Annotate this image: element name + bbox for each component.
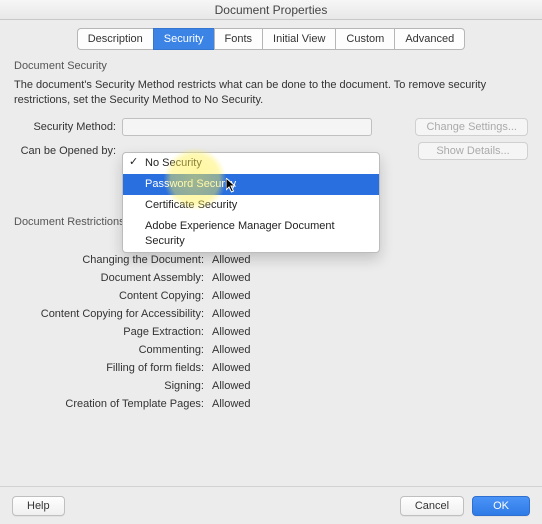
r-value-commenting: Allowed <box>212 344 528 356</box>
security-method-dropdown[interactable] <box>122 118 372 136</box>
r-value-copying: Allowed <box>212 290 528 302</box>
r-value-assembly: Allowed <box>212 272 528 284</box>
help-button[interactable]: Help <box>12 496 65 516</box>
restrictions-table: Printing: Allowed Changing the Document:… <box>14 236 528 410</box>
opened-by-label: Can be Opened by: <box>14 145 122 157</box>
tab-strip: Description Security Fonts Initial View … <box>0 28 542 50</box>
r-value-copy-access: Allowed <box>212 308 528 320</box>
r-value-formfields: Allowed <box>212 362 528 374</box>
tab-fonts[interactable]: Fonts <box>214 28 263 50</box>
tab-custom[interactable]: Custom <box>335 28 394 50</box>
doc-security-heading: Document Security <box>14 60 528 72</box>
tab-initial-view[interactable]: Initial View <box>262 28 335 50</box>
security-method-label: Security Method: <box>14 121 122 133</box>
security-method-dropdown-menu[interactable]: No Security Password Security Certificat… <box>122 152 380 253</box>
tab-description[interactable]: Description <box>77 28 153 50</box>
r-value-templates: Allowed <box>212 398 528 410</box>
r-value-signing: Allowed <box>212 380 528 392</box>
change-settings-button[interactable]: Change Settings... <box>415 118 528 136</box>
tab-security[interactable]: Security <box>153 28 214 50</box>
r-label-assembly: Document Assembly: <box>14 272 204 284</box>
r-label-templates: Creation of Template Pages: <box>14 398 204 410</box>
r-label-commenting: Commenting: <box>14 344 204 356</box>
cancel-button[interactable]: Cancel <box>400 496 464 516</box>
r-value-changing: Allowed <box>212 254 528 266</box>
dropdown-item-aem-doc-security[interactable]: Adobe Experience Manager Document Securi… <box>123 216 379 252</box>
r-label-extraction: Page Extraction: <box>14 326 204 338</box>
r-label-signing: Signing: <box>14 380 204 392</box>
dropdown-item-no-security[interactable]: No Security <box>123 153 379 174</box>
r-label-formfields: Filling of form fields: <box>14 362 204 374</box>
r-value-extraction: Allowed <box>212 326 528 338</box>
tab-advanced[interactable]: Advanced <box>394 28 465 50</box>
dropdown-item-password-security[interactable]: Password Security <box>123 174 379 195</box>
doc-security-intro: The document's Security Method restricts… <box>14 78 528 108</box>
window-title: Document Properties <box>0 0 542 20</box>
r-label-copying: Content Copying: <box>14 290 204 302</box>
bottom-bar: Help Cancel OK <box>0 486 542 524</box>
r-label-copy-access: Content Copying for Accessibility: <box>14 308 204 320</box>
row-security-method: Security Method: Change Settings... <box>14 118 528 136</box>
r-label-changing: Changing the Document: <box>14 254 204 266</box>
show-details-button[interactable]: Show Details... <box>418 142 528 160</box>
ok-button[interactable]: OK <box>472 496 530 516</box>
content-area: Document Security The document's Securit… <box>0 60 542 410</box>
dropdown-item-certificate-security[interactable]: Certificate Security <box>123 195 379 216</box>
